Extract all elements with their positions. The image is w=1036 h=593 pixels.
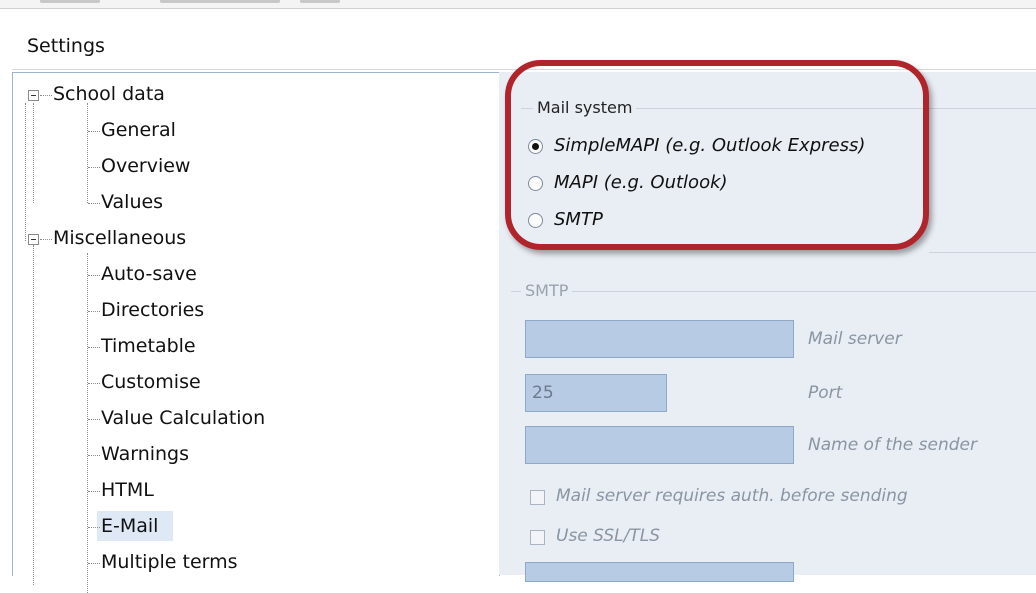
tree-item-miscellaneous[interactable]: Miscellaneous	[53, 227, 186, 249]
auth-checkbox[interactable]	[530, 490, 545, 505]
tree-connector	[88, 527, 100, 528]
settings-tree: School data General Overview Values Misc…	[12, 72, 500, 593]
tree-connector	[88, 455, 100, 456]
tree-item-school-data[interactable]: School data	[53, 83, 165, 105]
tree-connector	[25, 103, 26, 241]
tree-item-warnings[interactable]: Warnings	[101, 443, 189, 465]
tree-item-html[interactable]: HTML	[101, 479, 154, 501]
tree-connector	[40, 239, 52, 240]
tree-connector	[88, 563, 100, 564]
partial-tab	[300, 0, 340, 3]
tree-item-customise[interactable]: Customise	[101, 371, 201, 393]
collapse-school-data-icon[interactable]	[28, 90, 39, 101]
tree-connector	[88, 311, 100, 312]
mail-server-label: Mail server	[808, 329, 902, 349]
port-input[interactable]: 25	[525, 374, 667, 412]
tree-connector	[88, 131, 100, 132]
tree-connector	[88, 203, 100, 204]
tree-connector	[88, 383, 100, 384]
top-strip	[0, 0, 1036, 9]
port-label: Port	[808, 383, 843, 403]
smtp-legend: SMTP	[521, 281, 573, 300]
tree-connector	[40, 95, 52, 96]
tree-connector	[87, 103, 88, 203]
partial-tab	[40, 0, 100, 3]
collapse-miscellaneous-icon[interactable]	[28, 234, 39, 245]
auth-checkbox-label[interactable]: Mail server requires auth. before sendin…	[556, 486, 908, 506]
sender-name-input[interactable]	[525, 426, 794, 464]
ssl-checkbox-label[interactable]: Use SSL/TLS	[556, 526, 660, 546]
tree-connector	[88, 167, 100, 168]
annotation-highlight	[505, 60, 929, 250]
partial-input[interactable]	[525, 562, 794, 582]
mail-system-group-bottom	[929, 252, 1036, 253]
tree-connector	[33, 103, 34, 203]
sender-name-label: Name of the sender	[808, 435, 977, 455]
tree-connector	[87, 253, 88, 593]
tree-item-email[interactable]: E-Mail	[101, 515, 158, 537]
tree-connector	[88, 347, 100, 348]
tree-item-auto-save[interactable]: Auto-save	[101, 263, 197, 285]
tree-item-directories[interactable]: Directories	[101, 299, 204, 321]
tree-connector	[88, 275, 100, 276]
tree-item-timetable[interactable]: Timetable	[101, 335, 196, 357]
tree-connector	[33, 245, 34, 585]
tree-item-value-calculation[interactable]: Value Calculation	[101, 407, 265, 429]
dialog-title: Settings	[27, 35, 105, 57]
ssl-checkbox[interactable]	[530, 530, 545, 545]
tree-item-multiple-terms[interactable]: Multiple terms	[101, 551, 238, 573]
smtp-group-border	[511, 291, 1036, 292]
tree-item-general[interactable]: General	[101, 119, 176, 141]
tree-connector	[88, 491, 100, 492]
tree-connector	[88, 419, 100, 420]
tree-item-overview[interactable]: Overview	[101, 155, 190, 177]
partial-tab	[160, 0, 280, 3]
tree-item-values[interactable]: Values	[101, 191, 163, 213]
mail-server-input[interactable]	[525, 320, 794, 358]
